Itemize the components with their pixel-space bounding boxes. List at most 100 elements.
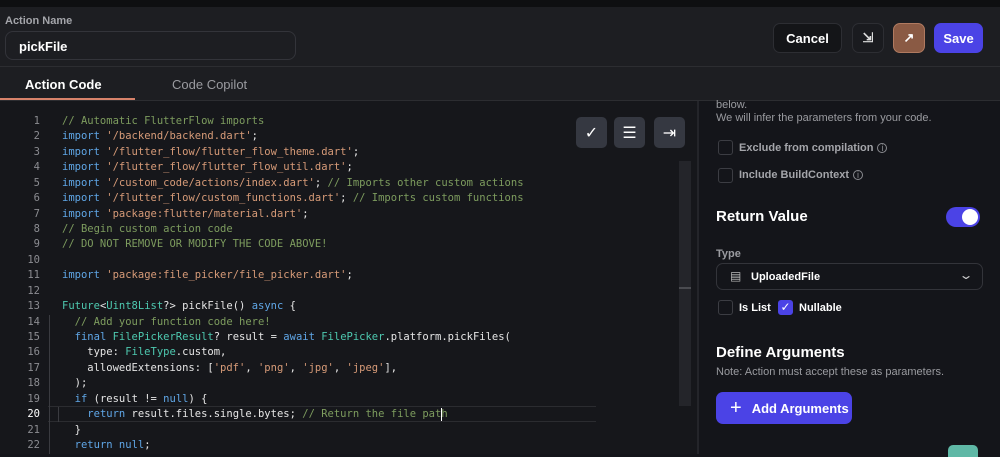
code-line[interactable]: return result.files.single.bytes; // Ret… (62, 408, 448, 421)
type-select[interactable]: ▤ UploadedFile ⌄ (716, 263, 983, 290)
code-token: import (62, 269, 100, 282)
code-token: // DO NOT REMOVE OR MODIFY THE CODE ABOV… (62, 238, 328, 251)
code-token: // Add your function code here! (74, 315, 271, 328)
chevron-down-icon: ⌄ (958, 268, 974, 282)
cancel-button[interactable]: Cancel (773, 23, 842, 53)
line-number: 4 (33, 161, 40, 174)
code-line[interactable]: import '/flutter_flow/flutter_flow_util.… (62, 161, 353, 173)
check-icon: ✓ (780, 300, 791, 314)
code-line[interactable]: } (62, 424, 81, 436)
code-line[interactable]: import '/flutter_flow/flutter_flow_theme… (62, 146, 359, 158)
code-line[interactable]: import '/backend/backend.dart'; (62, 130, 258, 142)
code-line[interactable]: import '/custom_code/actions/index.dart'… (62, 177, 524, 189)
type-label: Type (716, 248, 741, 260)
indent-icon: ⇥ (662, 124, 677, 142)
define-arguments-title: Define Arguments (716, 344, 845, 361)
open-external-button[interactable]: ↗ (893, 23, 925, 53)
line-number: 10 (27, 253, 40, 266)
code-token: import (62, 145, 100, 158)
code-token: '/flutter_flow/flutter_flow_theme.dart' (106, 145, 353, 158)
line-number: 20 (27, 408, 40, 421)
build-context-label-text: Include BuildContext (739, 169, 849, 181)
action-name-label: Action Name (5, 15, 73, 27)
code-line[interactable]: type: FileType.custom, (62, 346, 226, 358)
code-line[interactable]: if (result != null) { (62, 392, 208, 405)
scrollbar-thumb[interactable] (679, 287, 691, 289)
nullable-checkbox[interactable]: ✓ (778, 300, 793, 315)
code-token: FileType (125, 346, 176, 359)
build-context-checkbox[interactable] (718, 168, 733, 183)
define-arguments-note: Note: Action must accept these as parame… (716, 366, 945, 378)
code-token: import (62, 207, 100, 220)
is-list-label: Is List (739, 302, 771, 314)
code-token: return (87, 408, 126, 421)
check-code-button[interactable]: ✓ (576, 117, 607, 148)
code-token: // Automatic FlutterFlow imports (62, 115, 265, 127)
exclude-checkbox[interactable] (718, 140, 733, 155)
type-value: UploadedFile (751, 271, 821, 283)
line-number: 5 (33, 176, 40, 189)
code-token: result.files.single.bytes; (125, 408, 303, 421)
code-token: null (118, 439, 145, 452)
exclude-label: Exclude from compilation i (739, 142, 888, 154)
code-line[interactable]: // Begin custom action code (62, 223, 233, 235)
tab-code-copilot[interactable]: Code Copilot (172, 77, 247, 92)
code-token: null (163, 392, 189, 405)
text-cursor (441, 408, 442, 421)
code-editor[interactable]: 1 // Automatic FlutterFlow imports 2 import… (0, 101, 697, 454)
code-line[interactable]: import 'package:file_picker/file_picker.… (62, 269, 353, 281)
code-token: // Return the file path (302, 408, 448, 421)
code-token: ; (346, 161, 353, 174)
code-line[interactable]: // DO NOT REMOVE OR MODIFY THE CODE ABOV… (62, 238, 328, 250)
return-value-toggle[interactable] (946, 207, 980, 227)
scrollbar[interactable] (679, 161, 691, 406)
tab-action-code[interactable]: Action Code (25, 77, 102, 92)
exclude-label-text: Exclude from compilation (739, 142, 874, 154)
top-strip (0, 0, 1000, 7)
code-token: 'pdf' (213, 361, 246, 374)
line-number: 6 (33, 192, 40, 205)
code-line[interactable]: Future<Uint8List?> pickFile() async { (62, 300, 296, 312)
code-line[interactable]: return null; (62, 439, 151, 451)
code-token: Future (62, 300, 100, 313)
format-code-button[interactable]: ⇲ (852, 23, 884, 53)
code-token: 'png' (257, 361, 290, 374)
code-token: ; (352, 145, 360, 158)
save-button[interactable]: Save (934, 23, 983, 53)
info-icon[interactable]: i (853, 170, 863, 180)
code-token: FilePicker (321, 331, 385, 344)
code-line[interactable]: import '/flutter_flow/custom_functions.d… (62, 192, 524, 204)
line-number: 16 (27, 346, 40, 359)
line-number: 17 (27, 361, 40, 374)
indent-code-button[interactable]: ⇥ (654, 117, 685, 148)
code-line[interactable]: // Add your function code here! (62, 316, 271, 328)
info-icon[interactable]: i (877, 143, 888, 153)
action-name-input[interactable]: pickFile (5, 31, 296, 60)
header: Action Name pickFile Cancel ⇲ ↗ Save (0, 7, 1000, 67)
code-token: return (74, 439, 113, 452)
code-line[interactable]: allowedExtensions: ['pdf', 'png', 'jpg',… (62, 362, 397, 374)
code-token: ; (144, 439, 151, 452)
code-line[interactable]: import 'package:flutter/material.dart'; (62, 208, 309, 220)
code-token: ? result = (213, 331, 284, 344)
code-token: 'package:flutter/material.dart' (106, 207, 303, 220)
code-token: // Begin custom action code (62, 223, 233, 235)
code-line[interactable]: // Automatic FlutterFlow imports (62, 115, 264, 127)
code-line[interactable]: final FilePickerResult? result = await F… (62, 331, 511, 343)
line-number: 22 (27, 439, 40, 452)
add-arguments-button[interactable]: + Add Arguments (716, 392, 852, 424)
code-line[interactable]: ); (62, 377, 88, 389)
code-token: FilePickerResult (112, 331, 214, 344)
code-token: ; (302, 207, 309, 220)
code-token: ) { (188, 392, 208, 405)
code-token: , (245, 361, 258, 374)
align-code-button[interactable]: ☰ (614, 117, 645, 148)
code-token: '/backend/backend.dart' (106, 130, 252, 143)
code-token: import (62, 161, 100, 174)
is-list-checkbox[interactable] (718, 300, 733, 315)
build-context-label: Include BuildContext i (739, 169, 863, 181)
floating-action-button[interactable] (948, 445, 978, 457)
